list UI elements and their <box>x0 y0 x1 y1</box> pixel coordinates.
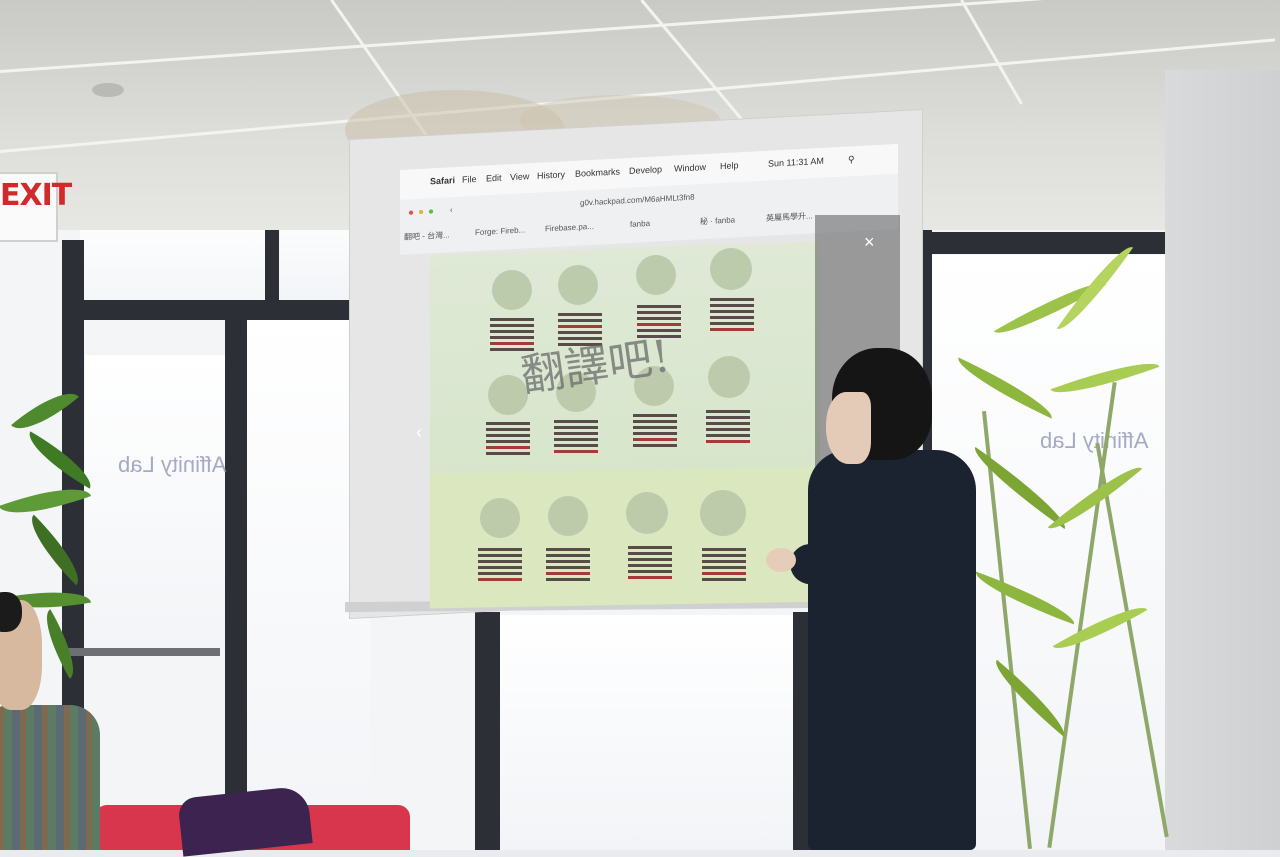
tab-6[interactable]: 英屬馬學升... <box>766 210 813 223</box>
wall-column <box>1165 70 1280 850</box>
menu-item-view[interactable]: View <box>510 171 529 182</box>
window-frame <box>225 315 247 850</box>
tab-3[interactable]: Firebase.pa... <box>545 222 594 234</box>
avatar-circle <box>708 356 750 398</box>
menubar-clock: Sun 11:31 AM <box>768 155 824 169</box>
avatar-circle <box>548 496 588 536</box>
avatar-circle <box>558 265 598 305</box>
presenter-hand <box>766 548 796 572</box>
window-minimize-dot-icon[interactable]: ● <box>418 207 424 218</box>
tab-5[interactable]: 秘 · fanba <box>700 214 735 227</box>
avatar-circle <box>710 248 752 290</box>
hexagram-card[interactable] <box>633 414 677 450</box>
tab-2[interactable]: Forge: Fireb... <box>475 225 525 237</box>
glass-lettering-left: Affinity Lab <box>118 452 227 477</box>
previous-arrow-icon[interactable]: ‹ <box>416 422 422 443</box>
hexagram-card[interactable] <box>628 546 672 582</box>
avatar-circle <box>492 270 532 310</box>
window-close-dot-icon[interactable]: ● <box>408 207 414 218</box>
tab-1[interactable]: 翻吧 - 台灣... <box>404 229 450 242</box>
hexagram-card[interactable] <box>478 548 522 584</box>
avatar-circle <box>480 498 520 538</box>
url-field[interactable]: g0v.hackpad.com/M6aHMLt3fn8 <box>580 193 695 208</box>
avatar-circle <box>626 492 668 534</box>
menu-item-bookmarks[interactable]: Bookmarks <box>575 166 620 178</box>
hexagram-card[interactable] <box>702 548 746 584</box>
hexagram-card[interactable] <box>554 420 598 456</box>
menu-item-history[interactable]: History <box>537 169 565 180</box>
menu-item-develop[interactable]: Develop <box>629 164 662 176</box>
projected-app-lower-panel <box>430 466 820 609</box>
seated-person-shirt <box>0 705 100 850</box>
hexagram-card[interactable] <box>486 422 530 458</box>
ceiling-light <box>92 83 124 97</box>
presenter-face <box>826 392 871 464</box>
window-frame <box>62 300 372 320</box>
menu-item-safari[interactable]: Safari <box>430 175 455 186</box>
avatar-circle <box>636 255 676 295</box>
hexagram-card[interactable] <box>710 298 754 334</box>
presenter-body <box>808 450 976 850</box>
hexagram-card[interactable] <box>546 548 590 584</box>
avatar-circle <box>700 490 746 536</box>
back-arrow-icon[interactable]: ‹ <box>450 205 453 214</box>
exit-sign-text: EXIT <box>0 178 72 213</box>
tab-4[interactable]: fanba <box>630 219 650 229</box>
menu-item-edit[interactable]: Edit <box>486 173 502 184</box>
menu-item-file[interactable]: File <box>462 174 477 185</box>
menu-item-window[interactable]: Window <box>674 162 706 174</box>
window-frame <box>475 612 500 850</box>
close-icon[interactable]: × <box>864 232 875 253</box>
menu-item-help[interactable]: Help <box>720 160 739 171</box>
window-zoom-dot-icon[interactable]: ● <box>428 206 434 217</box>
spotlight-search-icon[interactable]: ⚲ <box>848 154 855 165</box>
window-pane <box>500 615 795 850</box>
hexagram-card[interactable] <box>706 410 750 446</box>
